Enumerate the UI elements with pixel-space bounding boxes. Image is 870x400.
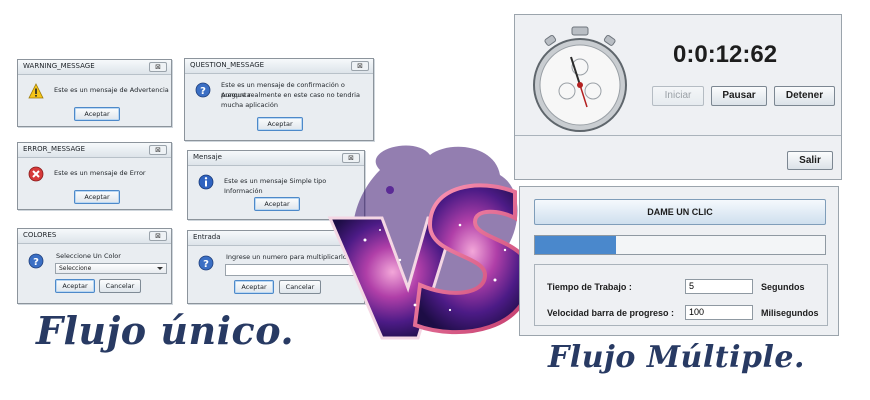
color-select[interactable]: Seleccione [55,263,167,274]
cancel-button[interactable]: Cancelar [99,279,141,293]
pause-button[interactable]: Pausar [711,86,767,106]
accept-button[interactable]: Aceptar [257,117,303,131]
panel-divider [515,135,841,136]
color-select-value: Seleccione [59,265,92,272]
close-icon[interactable]: ⊠ [149,62,167,72]
svg-text:?: ? [203,259,209,270]
chevron-down-icon [157,267,163,270]
close-icon[interactable]: ⊠ [351,61,369,71]
svg-text:?: ? [33,257,39,268]
vs-logo [327,145,533,340]
svg-text:?: ? [200,86,206,97]
accept-button[interactable]: Aceptar [74,107,120,121]
dialog-title: COLORES ⊠ [18,229,171,244]
dialog-message-line-3: mucha aplicación [221,101,278,109]
question-dialog: QUESTION_MESSAGE ⊠ ? Este es un mensaje … [184,58,374,141]
accept-button[interactable]: Aceptar [254,197,300,211]
caption-multiple-flow: Flujo Múltiple. [548,340,805,375]
dialog-message-line-2: Aunque realmente en este caso no tendria [221,91,360,99]
question-icon: ? [28,253,44,269]
timer-display: 0:0:12:62 [673,41,778,68]
error-icon [28,166,44,182]
accept-button[interactable]: Aceptar [234,280,274,294]
work-time-label: Tiempo de Trabajo : [547,282,632,292]
warning-dialog: WARNING_MESSAGE ⊠ Este es un mensaje de … [17,59,172,127]
information-icon [198,174,214,190]
question-icon: ? [195,82,211,98]
progress-bar [534,235,826,255]
exit-button[interactable]: Salir [787,151,833,170]
close-icon[interactable]: ⊠ [149,145,167,155]
cancel-button[interactable]: Cancelar [279,280,321,294]
progress-fill [535,236,617,254]
stopwatch-icon [533,26,627,132]
speed-label: Velocidad barra de progreso : [547,308,675,318]
question-icon: ? [198,255,214,271]
dialog-message: Este es un mensaje de Error [54,169,146,177]
stopwatch-window: 0:0:12:62 Iniciar Pausar Detener Salir [514,14,842,180]
work-time-input[interactable]: 5 [685,279,753,294]
dialog-message: Este es un mensaje de Advertencia [54,86,169,94]
speed-unit: Milisegundos [761,308,819,318]
warning-icon [28,83,44,99]
dialog-message: Seleccione Un Color [56,252,121,260]
dialog-title: WARNING_MESSAGE ⊠ [18,60,171,75]
accept-button[interactable]: Aceptar [55,279,95,293]
progress-window: DAME UN CLIC Tiempo de Trabajo : 5 Segun… [519,186,839,336]
click-me-button[interactable]: DAME UN CLIC [534,199,826,225]
stop-button[interactable]: Detener [774,86,835,106]
error-dialog: ERROR_MESSAGE ⊠ Este es un mensaje de Er… [17,142,172,210]
settings-panel: Tiempo de Trabajo : 5 Segundos Velocidad… [534,264,828,326]
colors-dialog: COLORES ⊠ ? Seleccione Un Color Seleccio… [17,228,172,304]
start-button[interactable]: Iniciar [652,86,704,106]
accept-button[interactable]: Aceptar [74,190,120,204]
work-time-unit: Segundos [761,282,805,292]
dialog-title: ERROR_MESSAGE ⊠ [18,143,171,158]
close-icon[interactable]: ⊠ [149,231,167,241]
caption-single-flow: Flujo único. [36,308,295,353]
dialog-title: QUESTION_MESSAGE ⊠ [185,59,373,74]
speed-input[interactable]: 100 [685,305,753,320]
